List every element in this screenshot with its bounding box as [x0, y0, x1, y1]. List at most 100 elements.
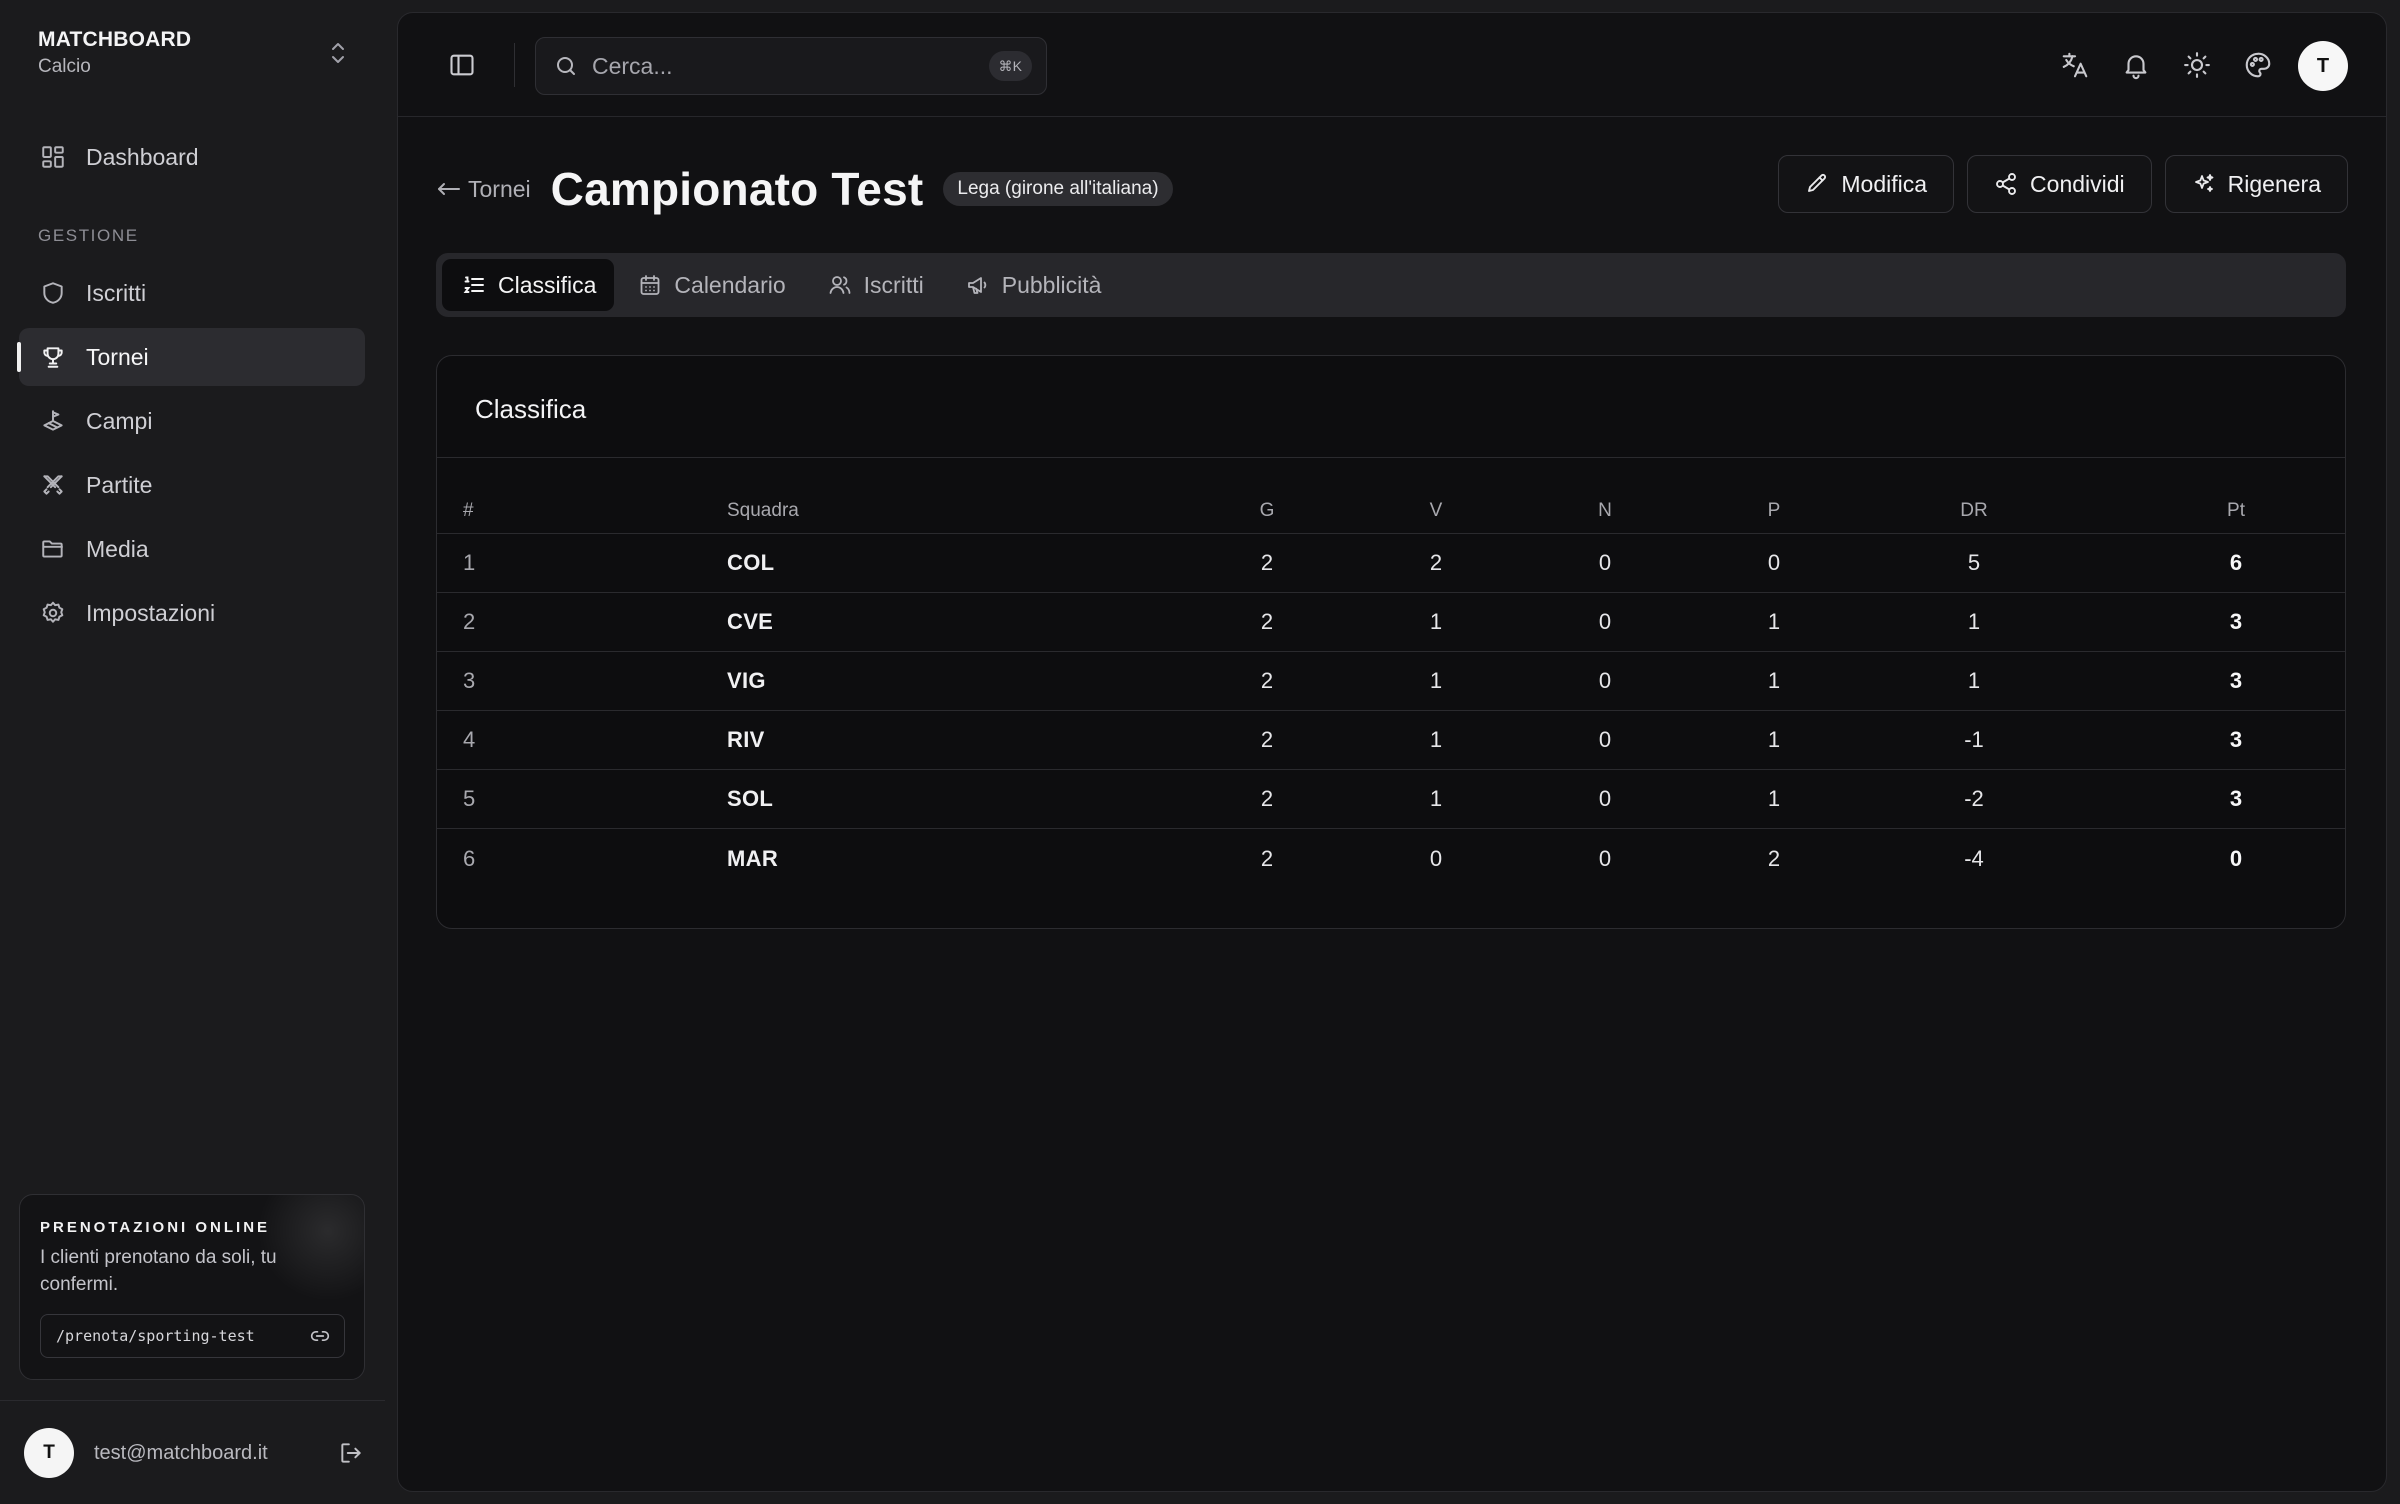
standings-card: Classifica # Squadra G V N P DR Pt 1 COL… [436, 355, 2346, 929]
booking-link[interactable]: /prenota/sporting-test [40, 1314, 345, 1358]
cell-draws: 0 [1598, 550, 1612, 575]
tab-iscritti[interactable]: Iscritti [808, 259, 942, 311]
online-booking-card: PRENOTAZIONI ONLINE I clienti prenotano … [19, 1194, 365, 1380]
col-position: # [463, 499, 474, 521]
list-ordered-icon [462, 273, 486, 297]
sidebar-item-iscritti[interactable]: Iscritti [19, 264, 365, 322]
logout-icon[interactable] [338, 1440, 364, 1466]
booking-link-text: /prenota/sporting-test [56, 1327, 255, 1345]
cell-position: 1 [463, 550, 476, 575]
tab-calendario[interactable]: Calendario [618, 259, 803, 311]
gear-icon [38, 598, 68, 628]
workspace-switcher[interactable]: MATCHBOARD Calcio [38, 25, 348, 81]
format-badge: Lega (girone all'italiana) [943, 172, 1173, 206]
tab-pubblicita[interactable]: Pubblicità [946, 259, 1120, 311]
cell-team: VIG [727, 668, 766, 693]
cell-position: 4 [463, 727, 476, 752]
cell-wins: 2 [1429, 550, 1443, 575]
cell-position: 6 [463, 845, 476, 871]
translate-icon[interactable] [2060, 50, 2090, 80]
cell-points: 3 [2229, 786, 2243, 811]
standings-table: # Squadra G V N P DR Pt 1 COL 2 2 0 0 5 … [437, 488, 2345, 888]
cell-wins: 0 [1429, 845, 1443, 871]
cell-played: 2 [1260, 727, 1274, 752]
cell-position: 3 [463, 668, 476, 693]
sidebar-item-campi[interactable]: Campi [19, 392, 365, 450]
dashboard-icon [38, 142, 68, 172]
sidebar: MATCHBOARD Calcio Dashboard GESTIONE Isc… [0, 0, 385, 1504]
cell-goal-diff: 1 [1967, 609, 1981, 634]
sparkles-icon [2192, 172, 2216, 196]
cell-points: 0 [2229, 845, 2243, 871]
field-icon [38, 406, 68, 436]
sun-icon[interactable] [2182, 50, 2212, 80]
cell-goal-diff: -2 [1964, 786, 1984, 811]
topbar-divider [514, 43, 515, 87]
sidebar-item-dashboard[interactable]: Dashboard [19, 128, 365, 186]
search-bar[interactable]: ⌘K [535, 37, 1047, 95]
cell-losses: 1 [1767, 668, 1781, 693]
cell-goal-diff: -1 [1964, 727, 1984, 752]
table-row: 1 COL 2 2 0 0 5 6 [437, 534, 2345, 593]
cell-losses: 2 [1767, 845, 1781, 871]
page-header: Tornei Campionato Test Lega (girone all'… [436, 159, 1173, 219]
cell-points: 3 [2229, 668, 2243, 693]
bell-icon[interactable] [2121, 50, 2151, 80]
cell-played: 2 [1260, 550, 1274, 575]
search-input[interactable] [592, 52, 989, 80]
col-goal-diff: DR [1960, 499, 1988, 521]
col-points: Pt [2227, 499, 2245, 521]
table-row: 3 VIG 2 1 0 1 1 3 [437, 652, 2345, 711]
back-label: Tornei [468, 175, 531, 202]
standings-title: Classifica [475, 394, 587, 424]
swords-icon [38, 470, 68, 500]
regenerate-button[interactable]: Rigenera [2164, 155, 2348, 213]
avatar[interactable]: T [24, 1428, 74, 1478]
brand-sport: Calcio [38, 56, 91, 77]
sidebar-item-label: Impostazioni [86, 599, 216, 626]
sidebar-item-partite[interactable]: Partite [19, 456, 365, 514]
sidebar-item-label: Campi [86, 407, 153, 434]
promo-title: PRENOTAZIONI ONLINE [40, 1219, 271, 1236]
cell-team: MAR [727, 845, 779, 871]
edit-button[interactable]: Modifica [1778, 155, 1955, 213]
sidebar-item-tornei[interactable]: Tornei [17, 328, 365, 386]
share-button[interactable]: Condividi [1967, 155, 2152, 213]
col-played: G [1259, 499, 1275, 521]
col-team: Squadra [727, 499, 799, 521]
tab-label: Classifica [498, 271, 597, 298]
cell-played: 2 [1260, 845, 1274, 871]
brand-block: MATCHBOARD Calcio [38, 27, 191, 79]
trophy-icon [38, 342, 68, 372]
palette-icon[interactable] [2243, 50, 2273, 80]
sidebar-item-label: Media [86, 535, 149, 562]
table-row: 5 SOL 2 1 0 1 -2 3 [437, 770, 2345, 829]
arrow-left-icon [436, 179, 462, 199]
table-row: 2 CVE 2 1 0 1 1 3 [437, 593, 2345, 652]
tab-classifica[interactable]: Classifica [442, 259, 615, 311]
user-avatar[interactable]: T [2298, 41, 2348, 91]
sidebar-toggle-icon[interactable] [448, 51, 476, 79]
table-row: 4 RIV 2 1 0 1 -1 3 [437, 711, 2345, 770]
sidebar-item-media[interactable]: Media [19, 520, 365, 578]
back-link[interactable]: Tornei [436, 176, 531, 203]
brand-name: MATCHBOARD [38, 28, 192, 51]
cell-played: 2 [1260, 668, 1274, 693]
cell-draws: 0 [1598, 845, 1612, 871]
sidebar-item-impostazioni[interactable]: Impostazioni [19, 584, 365, 642]
users-icon [828, 273, 852, 297]
shield-icon [38, 278, 68, 308]
search-icon [554, 54, 578, 78]
page-title: Campionato Test [550, 163, 924, 215]
cell-points: 3 [2229, 609, 2243, 634]
cell-position: 5 [463, 786, 476, 811]
cell-losses: 1 [1767, 727, 1781, 752]
table-row: 6 MAR 2 0 0 2 -4 0 [437, 829, 2345, 888]
cell-losses: 1 [1767, 609, 1781, 634]
regenerate-label: Rigenera [2227, 170, 2321, 197]
cell-team: CVE [727, 609, 774, 634]
section-label-gestione: GESTIONE [38, 226, 139, 245]
cell-position: 2 [463, 609, 476, 634]
cell-wins: 1 [1429, 727, 1443, 752]
sidebar-item-label: Iscritti [86, 279, 147, 306]
